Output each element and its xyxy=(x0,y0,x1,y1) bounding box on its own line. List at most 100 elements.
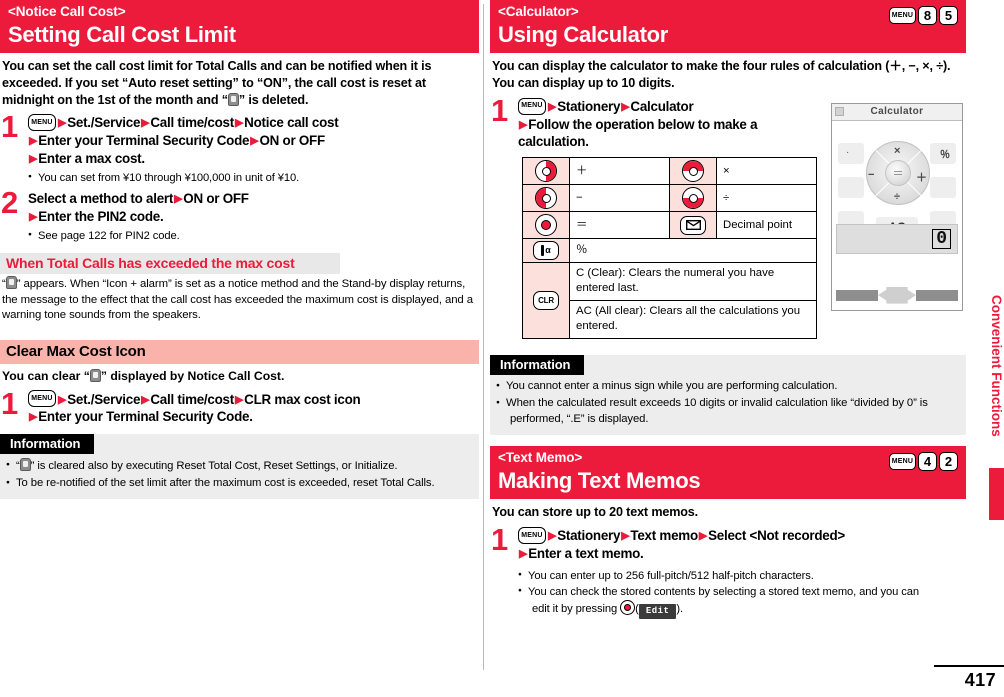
table-row: ＋ × xyxy=(522,157,817,186)
step-line-3: ▶Enter a max cost. xyxy=(28,150,479,168)
section-eyebrow: <Notice Call Cost> xyxy=(8,4,126,19)
key-cell-plus[interactable] xyxy=(522,157,570,186)
intro-text-a: You can set the call cost limit for Tota… xyxy=(2,59,432,107)
step-item[interactable]: Select <Not recorded> xyxy=(708,528,845,543)
information-list: You cannot enter a minus sign while you … xyxy=(490,375,966,427)
table-row: α ％ xyxy=(522,238,817,264)
arrow-icon: ▶ xyxy=(519,118,528,131)
step-item[interactable]: Set./Service xyxy=(67,115,140,130)
key-cell-clr[interactable]: CLR xyxy=(522,262,570,340)
step-item[interactable]: Stationery xyxy=(557,99,620,114)
step-item[interactable]: ON or OFF xyxy=(259,133,325,148)
key-cell-multiply[interactable] xyxy=(669,157,717,186)
step-line-2: ▶Enter your Terminal Security Code▶ON or… xyxy=(28,132,479,150)
key-label-clear: C (Clear): Clears the numeral you have e… xyxy=(569,262,817,302)
step-number: 2 xyxy=(1,185,19,221)
shortcut-key-2[interactable]: 5 xyxy=(939,6,958,25)
page-footer-rule xyxy=(934,665,1004,667)
arrow-icon: ▶ xyxy=(29,411,38,424)
step-item[interactable]: Text memo xyxy=(630,528,698,543)
step-item[interactable]: Select a method to alert xyxy=(28,191,173,206)
nav-up-key-icon[interactable] xyxy=(682,160,704,183)
subheading-clear-max-cost-icon: Clear Max Cost Icon xyxy=(0,340,479,365)
i-alpha-key-icon[interactable]: α xyxy=(533,241,559,261)
mail-key-icon[interactable] xyxy=(680,215,706,235)
menu-key-icon[interactable]: MENU xyxy=(889,7,916,24)
step-item: calculation. xyxy=(518,134,589,150)
key-label-minus: − xyxy=(569,184,670,213)
mock-title: Calculator xyxy=(870,106,924,118)
arrow-icon: ▶ xyxy=(29,210,38,223)
step-item[interactable]: Set./Service xyxy=(67,392,140,407)
step-item[interactable]: Stationery xyxy=(557,528,620,543)
manual-page: <Notice Call Cost> Setting Call Cost Lim… xyxy=(0,0,1004,697)
step-line-3: calculation. xyxy=(518,133,825,151)
menu-key-icon[interactable]: MENU xyxy=(518,526,546,544)
step-item[interactable]: Enter the PIN2 code. xyxy=(38,209,163,224)
softkey-edit-label[interactable]: Edit xyxy=(638,603,677,619)
mock-op-divide: ÷ xyxy=(894,190,901,203)
information-item: To be re-notified of the set limit after… xyxy=(6,476,471,492)
max-cost-icon xyxy=(227,92,239,106)
nav-left-key-icon[interactable] xyxy=(535,187,557,210)
key-cell-divide[interactable] xyxy=(669,184,717,213)
arrow-icon: ▶ xyxy=(548,100,557,113)
menu-key-icon[interactable]: MENU xyxy=(889,452,916,470)
menu-key-icon[interactable]: MENU xyxy=(28,114,56,132)
arrow-icon: ▶ xyxy=(234,393,244,406)
center-key-icon[interactable] xyxy=(620,599,636,615)
exceeded-paragraph: “” appears. When “Icon + alarm” is set a… xyxy=(0,274,479,326)
step-lines: MENU ▶Stationery▶Text memo▶Select <Not re… xyxy=(518,526,966,563)
clear-step-1: 1 MENU ▶Set./Service▶Call time/cost▶CLR m… xyxy=(0,388,479,427)
information-box-left: Information “” is cleared also by execut… xyxy=(0,434,479,499)
note-cont-pre: edit it by pressing xyxy=(532,602,621,615)
subheading-pink-wrap: Clear Max Cost Icon xyxy=(0,340,479,365)
nav-right-key-icon[interactable] xyxy=(535,160,557,183)
step-1: 1 MENU ▶Set./Service▶Call time/cost▶Notic… xyxy=(0,111,479,186)
step-line-2: ▶Enter your Terminal Security Code. xyxy=(28,408,479,426)
mock-op-multiply: × xyxy=(894,144,901,157)
step-line-1: Select a method to alert▶ON or OFF xyxy=(28,190,479,208)
step-lines: Select a method to alert▶ON or OFF ▶Ente… xyxy=(28,190,479,226)
edge-tab-label: Convenient Functions xyxy=(989,295,1004,437)
shortcut-key-2[interactable]: 2 xyxy=(939,451,958,471)
step-item[interactable]: Enter a text memo. xyxy=(528,546,644,561)
mock-status-icon xyxy=(835,106,844,116)
clr-key-icon[interactable]: CLR xyxy=(533,291,559,311)
key-cell-minus[interactable] xyxy=(522,184,570,213)
step-line-2: ▶Enter a text memo. xyxy=(518,545,966,563)
step-item[interactable]: ON or OFF xyxy=(183,191,249,206)
step-notes: See page 122 for PIN2 code. xyxy=(28,229,479,244)
step-item[interactable]: Call time/cost xyxy=(150,115,234,130)
information-item: You cannot enter a minus sign while you … xyxy=(496,379,958,395)
arrow-icon: ▶ xyxy=(698,529,708,542)
shortcut-key-1[interactable]: 4 xyxy=(918,451,937,471)
step-lines: MENU ▶Stationery▶Calculator ▶Follow the o… xyxy=(518,97,825,152)
step-line-1: MENU ▶Stationery▶Calculator xyxy=(518,97,825,116)
nav-down-key-icon[interactable] xyxy=(682,187,704,210)
key-cell-equals[interactable] xyxy=(522,211,570,240)
step-lines: MENU ▶Set./Service▶Call time/cost▶Notice … xyxy=(28,114,479,168)
text-memo-step-1: 1 MENU ▶Stationery▶Text memo▶Select <Not … xyxy=(490,524,966,619)
key-cell-percent[interactable]: α xyxy=(522,238,570,264)
step-item[interactable]: Notice call cost xyxy=(244,115,338,130)
step-item[interactable]: Enter a max cost. xyxy=(38,151,145,166)
note: You can enter up to 256 full-pitch/512 h… xyxy=(518,569,966,584)
menu-key-icon[interactable]: MENU xyxy=(518,97,546,115)
table-row: CLR C (Clear): Clears the numeral you ha… xyxy=(522,262,817,340)
section-intro: You can set the call cost limit for Tota… xyxy=(0,53,479,110)
arrow-icon: ▶ xyxy=(141,117,150,130)
step-item[interactable]: Calculator xyxy=(630,99,693,114)
key-label-plus: ＋ xyxy=(569,157,670,186)
step-item[interactable]: Enter your Terminal Security Code. xyxy=(38,409,253,424)
mock-pad xyxy=(930,176,956,198)
center-key-icon[interactable] xyxy=(535,214,557,237)
menu-key-icon[interactable]: MENU xyxy=(28,390,56,408)
mock-titlebar: Calculator xyxy=(832,103,962,121)
shortcut-key-1[interactable]: 8 xyxy=(918,6,937,25)
step-item[interactable]: Enter your Terminal Security Code xyxy=(38,133,249,148)
step-number: 1 xyxy=(491,92,509,128)
step-item[interactable]: CLR max cost icon xyxy=(244,392,361,407)
step-item[interactable]: Call time/cost xyxy=(150,392,234,407)
key-cell-decimal[interactable] xyxy=(669,211,717,240)
